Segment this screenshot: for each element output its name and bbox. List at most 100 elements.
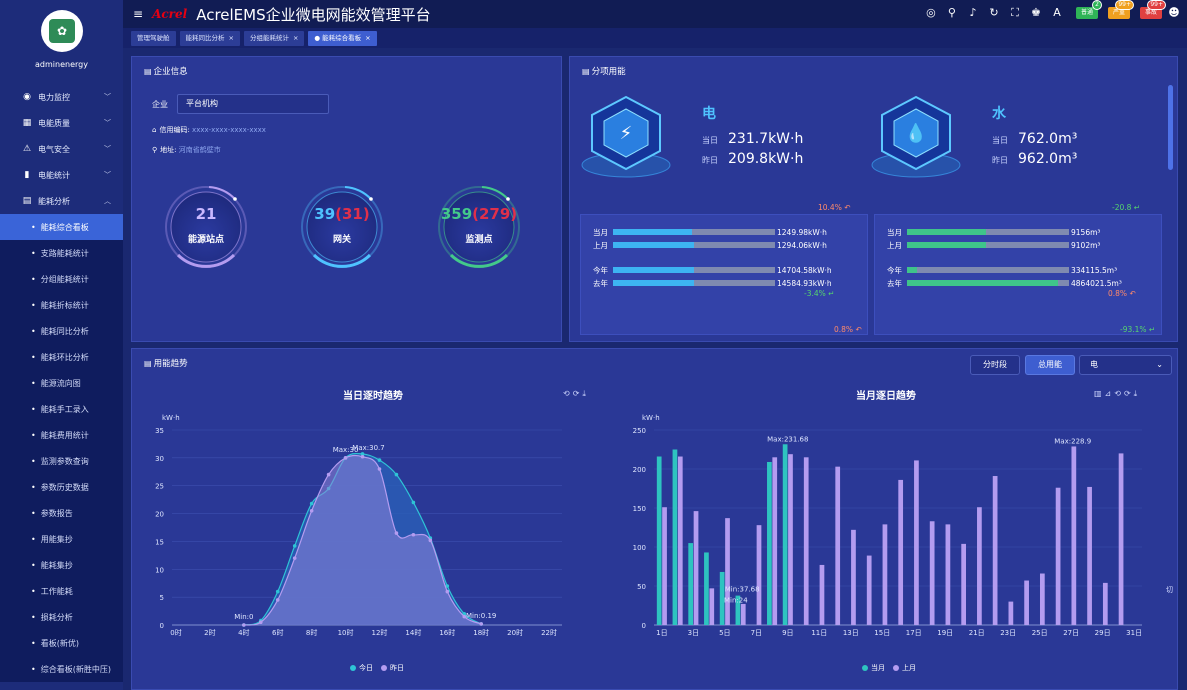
energy-type-select[interactable]: 电 ⌄ [1079,355,1172,375]
legend-last-month[interactable]: 上月 [902,663,916,673]
data-point[interactable] [326,472,331,477]
chart-toggle[interactable]: 切 [1166,585,1173,595]
scrollbar[interactable] [1168,85,1173,170]
font-icon[interactable]: A [1048,4,1066,22]
company-select[interactable]: 平台机构 [177,94,329,114]
refresh-icon[interactable]: ↻ [985,4,1003,22]
data-point[interactable] [242,623,246,627]
submenu-item[interactable]: 能耗集抄 [0,552,123,578]
legend-today[interactable]: 今日 [359,663,373,673]
bar[interactable] [851,529,856,625]
submenu-item[interactable]: 能耗同比分析 [0,318,123,344]
menu-item[interactable]: ◉ 电力监控 ﹀ [0,84,123,110]
data-point[interactable] [411,532,416,537]
bar[interactable] [1071,446,1077,625]
data-point[interactable] [360,454,365,459]
bar[interactable] [961,543,967,625]
theme-icon[interactable]: ♚ [1027,4,1045,22]
data-point[interactable] [275,598,280,602]
bar[interactable] [1024,580,1029,625]
stat-ring[interactable]: 39(31) 网关 [300,185,384,269]
total-button[interactable]: 总用能 [1025,355,1075,375]
bar[interactable] [656,456,662,625]
chart-toolbox[interactable]: ⟲⟳⤓ [563,389,589,399]
bar[interactable] [767,461,772,625]
bar[interactable] [1087,486,1092,625]
bar[interactable] [688,543,694,625]
submenu-item[interactable]: 损耗分析 [0,604,123,630]
bar[interactable] [704,552,709,625]
bar[interactable] [803,457,809,625]
bar[interactable] [835,466,841,625]
search-icon[interactable]: ⚲ [943,4,961,22]
submenu-item[interactable]: 参数历史数据 [0,474,123,500]
alarm-badge[interactable]: 事故 99+ [1139,0,1166,19]
submenu-item[interactable]: 看板(新优) [0,630,123,656]
bar[interactable] [1118,453,1124,625]
tab[interactable]: 能耗同比分析 × [179,30,240,46]
data-point[interactable] [258,620,263,625]
close-icon[interactable]: × [293,34,298,42]
period-button[interactable]: 分时段 [970,355,1020,375]
data-point[interactable] [394,531,399,535]
bar[interactable] [945,524,951,625]
bar[interactable] [693,511,699,625]
bar[interactable] [740,603,746,625]
user-icon[interactable]: ☻ [1165,4,1183,22]
stat-ring[interactable]: 21 能源站点 [164,185,248,269]
bar[interactable] [662,507,667,625]
bar[interactable] [782,444,788,625]
submenu-item[interactable]: 能耗手工录入 [0,396,123,422]
bar[interactable] [709,588,715,625]
bar[interactable] [819,564,825,625]
bar[interactable] [866,555,872,625]
bar[interactable] [882,524,888,625]
submenu-item[interactable]: 用能集抄 [0,526,123,552]
submenu-item[interactable]: 分组能耗统计 [0,266,123,292]
submenu-item[interactable]: 综合看板(新胜中压) [0,656,123,682]
data-point[interactable] [292,544,297,548]
tab[interactable]: 分组能耗统计 × [243,30,305,46]
data-point[interactable] [411,500,416,505]
submenu-item[interactable]: 能源流向图 [0,370,123,396]
submenu-item[interactable]: 参数报告 [0,500,123,526]
data-point[interactable] [428,538,433,543]
bar[interactable] [788,454,793,625]
submenu-item[interactable]: 支路能耗统计 [0,240,123,266]
tab[interactable]: 管理驾驶舱 [131,30,176,46]
bar[interactable] [1008,601,1014,625]
legend-current-month[interactable]: 当月 [871,663,885,673]
fullscreen-icon[interactable]: ⛶ [1006,4,1024,22]
menu-item[interactable]: ▤ 能耗分析 ︿ [0,188,123,214]
submenu-item[interactable]: 能耗费用统计 [0,422,123,448]
bar[interactable] [725,518,730,625]
bar[interactable] [1039,573,1045,625]
stat-ring[interactable]: 359(279) 监测点 [437,185,521,269]
submenu-item[interactable]: 能耗综合看板 [0,214,123,240]
menu-item[interactable]: ▮ 电能统计 ﹀ [0,162,123,188]
bar[interactable] [1102,582,1108,625]
sound-icon[interactable]: ♪ [964,4,982,22]
data-point[interactable] [309,508,314,513]
bar[interactable] [756,525,762,625]
data-point[interactable] [292,556,297,560]
data-point[interactable] [479,622,484,626]
bar[interactable] [914,460,919,625]
bar[interactable] [929,521,935,625]
data-point[interactable] [343,456,348,460]
alarm-badge[interactable]: 严重 99+ [1107,0,1134,19]
chart-toolbox[interactable]: ▥⊿⟲⟳⤓ [1094,389,1140,399]
bar[interactable] [898,479,904,625]
submenu-item[interactable]: 监测参数查询 [0,448,123,474]
bar[interactable] [1055,487,1061,625]
submenu-item[interactable]: 能耗环比分析 [0,344,123,370]
alarm-badge[interactable]: 普通 2 [1075,0,1102,19]
help-icon[interactable]: ◎ [922,4,940,22]
data-point[interactable] [377,467,382,471]
bar[interactable] [677,456,683,625]
submenu-item[interactable]: 工作能耗 [0,578,123,604]
bar[interactable] [977,507,982,625]
data-point[interactable] [309,501,314,506]
menu-item[interactable]: ⚠ 电气安全 ﹀ [0,136,123,162]
data-point[interactable] [377,458,382,462]
